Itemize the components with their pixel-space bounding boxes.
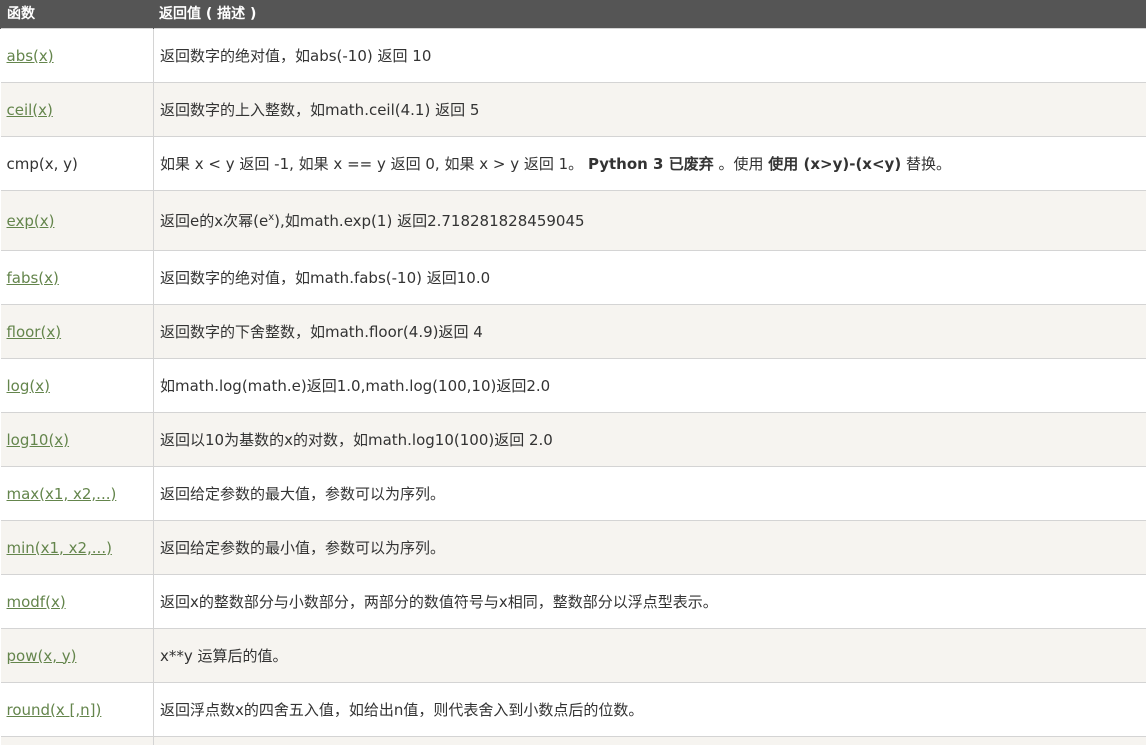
function-cell: min(x1, x2,...) [0, 520, 154, 575]
function-link-ceil[interactable]: ceil(x) [7, 101, 53, 119]
description-cell: 返回数字的绝对值，如math.fabs(-10) 返回10.0 [153, 250, 1146, 305]
table-row: modf(x) 返回x的整数部分与小数部分，两部分的数值符号与x相同，整数部分以… [0, 574, 1146, 629]
replacement-note: 使用 (x>y)-(x<y) [768, 155, 902, 173]
description-cell: 如果 x < y 返回 -1, 如果 x == y 返回 0, 如果 x > y… [153, 136, 1146, 191]
description-cell: 返回给定参数的最小值，参数可以为序列。 [153, 520, 1146, 575]
header-function: 函数 [0, 0, 154, 29]
description-cell: 返回浮点数x的四舍五入值，如给出n值，则代表舍入到小数点后的位数。 [153, 682, 1146, 737]
function-cell: log(x) [0, 358, 154, 413]
function-link-log[interactable]: log(x) [7, 377, 50, 395]
description-cell: 返回给定参数的最大值，参数可以为序列。 [153, 466, 1146, 521]
desc-text: 返回e的x次幂(e [160, 212, 269, 230]
description-cell: 返回e的x次幂(ex),如math.exp(1) 返回2.71828182845… [153, 190, 1146, 251]
function-cell: max(x1, x2,...) [0, 466, 154, 521]
function-cell: cmp(x, y) [0, 136, 154, 191]
table-row-partial [0, 736, 1146, 745]
function-cell: log10(x) [0, 412, 154, 467]
table-row: floor(x) 返回数字的下舍整数，如math.floor(4.9)返回 4 [0, 304, 1146, 359]
table-row: round(x [,n]) 返回浮点数x的四舍五入值，如给出n值，则代表舍入到小… [0, 682, 1146, 737]
table-row: log(x) 如math.log(math.e)返回1.0,math.log(1… [0, 358, 1146, 413]
function-cell: exp(x) [0, 190, 154, 251]
function-cell: floor(x) [0, 304, 154, 359]
description-cell [153, 736, 1146, 745]
table-row: fabs(x) 返回数字的绝对值，如math.fabs(-10) 返回10.0 [0, 250, 1146, 305]
description-cell: 返回x的整数部分与小数部分，两部分的数值符号与x相同，整数部分以浮点型表示。 [153, 574, 1146, 629]
description-cell: 返回数字的下舍整数，如math.floor(4.9)返回 4 [153, 304, 1146, 359]
description-cell: 返回以10为基数的x的对数，如math.log10(100)返回 2.0 [153, 412, 1146, 467]
function-link-exp[interactable]: exp(x) [7, 212, 55, 230]
table-row: cmp(x, y) 如果 x < y 返回 -1, 如果 x == y 返回 0… [0, 136, 1146, 191]
function-cell: abs(x) [0, 28, 154, 83]
function-link-fabs[interactable]: fabs(x) [7, 269, 59, 287]
desc-text: 替换。 [901, 155, 951, 173]
description-cell: x**y 运算后的值。 [153, 628, 1146, 683]
function-link-modf[interactable]: modf(x) [7, 593, 66, 611]
function-cell: modf(x) [0, 574, 154, 629]
function-link-floor[interactable]: floor(x) [7, 323, 62, 341]
header-return-value: 返回值 ( 描述 ) [153, 0, 1146, 29]
function-cell: fabs(x) [0, 250, 154, 305]
table-row: log10(x) 返回以10为基数的x的对数，如math.log10(100)返… [0, 412, 1146, 467]
function-link-pow[interactable]: pow(x, y) [7, 647, 77, 665]
function-link-min[interactable]: min(x1, x2,...) [7, 539, 112, 557]
table-row: min(x1, x2,...) 返回给定参数的最小值，参数可以为序列。 [0, 520, 1146, 575]
table-header-row: 函数 返回值 ( 描述 ) [0, 0, 1146, 29]
desc-text: 。使用 [713, 155, 769, 173]
function-link-max[interactable]: max(x1, x2,...) [7, 485, 117, 503]
function-cell [0, 736, 154, 745]
function-cell: round(x [,n]) [0, 682, 154, 737]
description-cell: 返回数字的上入整数，如math.ceil(4.1) 返回 5 [153, 82, 1146, 137]
table-row: ceil(x) 返回数字的上入整数，如math.ceil(4.1) 返回 5 [0, 82, 1146, 137]
table-row: exp(x) 返回e的x次幂(ex),如math.exp(1) 返回2.7182… [0, 190, 1146, 251]
desc-text: ),如math.exp(1) 返回2.718281828459045 [274, 212, 585, 230]
function-link-round[interactable]: round(x [,n]) [7, 701, 102, 719]
table-row: max(x1, x2,...) 返回给定参数的最大值，参数可以为序列。 [0, 466, 1146, 521]
function-name-cmp: cmp(x, y) [6, 154, 78, 173]
description-cell: 返回数字的绝对值，如abs(-10) 返回 10 [153, 28, 1146, 83]
function-cell: pow(x, y) [0, 628, 154, 683]
desc-text: 如果 x < y 返回 -1, 如果 x == y 返回 0, 如果 x > y… [160, 155, 588, 173]
math-functions-table: 函数 返回值 ( 描述 ) abs(x) 返回数字的绝对值，如abs(-10) … [0, 0, 1146, 745]
description-cell: 如math.log(math.e)返回1.0,math.log(100,10)返… [153, 358, 1146, 413]
function-link-abs[interactable]: abs(x) [7, 47, 54, 65]
table-row: abs(x) 返回数字的绝对值，如abs(-10) 返回 10 [0, 28, 1146, 83]
table-row: pow(x, y) x**y 运算后的值。 [0, 628, 1146, 683]
deprecated-note: Python 3 已废弃 [587, 155, 714, 173]
function-cell: ceil(x) [0, 82, 154, 137]
function-link-log10[interactable]: log10(x) [7, 431, 70, 449]
